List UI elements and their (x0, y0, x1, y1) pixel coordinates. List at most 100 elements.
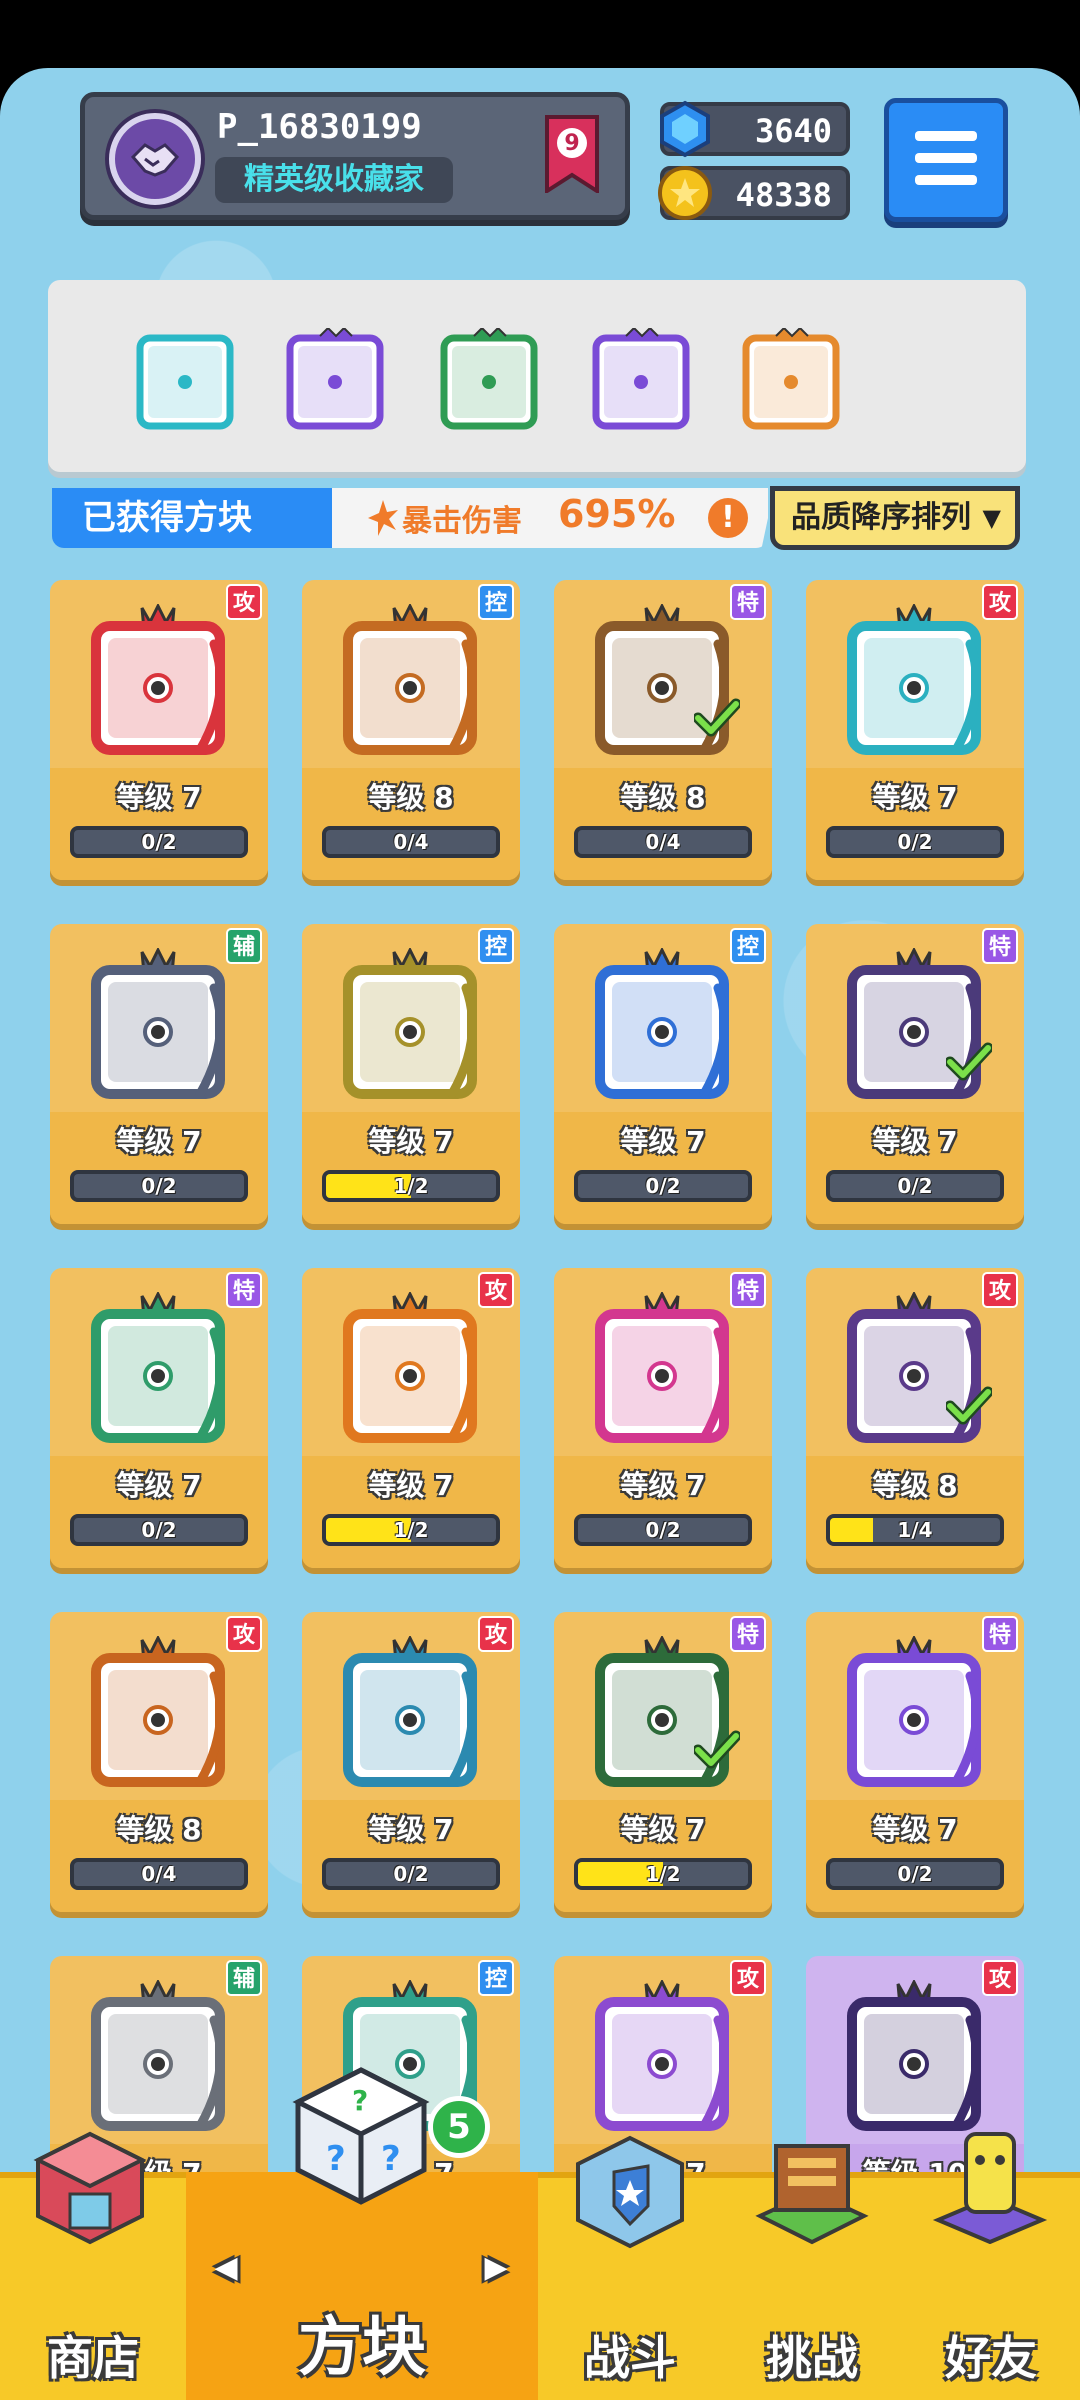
checkmark-icon (694, 1730, 740, 1769)
profile-card[interactable]: P_16830199 精英级收藏家 9 (80, 92, 630, 220)
jaw-icon (91, 948, 225, 1099)
card-level: 等级 8 (368, 781, 454, 814)
block-card[interactable]: 攻等级 8 1/4 (806, 1268, 1024, 1568)
type-tag: 控 (478, 584, 514, 620)
sort-label: 品质降序排列 (791, 500, 971, 535)
type-tag: 攻 (982, 1272, 1018, 1308)
card-level: 等级 7 (116, 1469, 202, 1502)
type-tag: 辅 (226, 1960, 262, 1996)
progress-bar: 0/4 (322, 826, 500, 858)
type-tag: 攻 (982, 584, 1018, 620)
block-card[interactable]: 辅等级 7 0/2 (50, 924, 268, 1224)
checkmark-icon (946, 1386, 992, 1425)
progress-text: 1/2 (393, 1518, 429, 1542)
gem-counter[interactable]: 3640 (660, 100, 850, 158)
card-level: 等级 8 (872, 1469, 958, 1502)
progress-text: 0/2 (645, 1174, 681, 1198)
coin-counter[interactable]: 48338 (658, 166, 850, 220)
block-card[interactable]: 特等级 7 1/2 (554, 1612, 772, 1912)
progress-bar: 0/2 (574, 1170, 752, 1202)
type-tag: 攻 (982, 1960, 1018, 1996)
mystery-cube-icon: ? ? ? (292, 2067, 430, 2205)
type-tag: 攻 (226, 1616, 262, 1652)
progress-text: 0/4 (393, 830, 429, 854)
target-icon (343, 948, 477, 1099)
nav-shop[interactable]: 商店 (0, 2131, 186, 2400)
progress-text: 0/2 (897, 1862, 933, 1886)
rune-icon (847, 604, 981, 755)
nav-next-arrow[interactable]: ▶ (476, 2250, 516, 2285)
progress-bar: 1/2 (322, 1170, 500, 1202)
block-card[interactable]: 特等级 8 0/4 (554, 580, 772, 880)
progress-bar: 1/2 (322, 1514, 500, 1546)
nav-friends[interactable]: 好友 (902, 2132, 1080, 2400)
block-card[interactable]: 特等级 7 0/2 (806, 1612, 1024, 1912)
deck-slot[interactable] (438, 326, 542, 432)
block-card[interactable]: 攻等级 8 0/4 (50, 1612, 268, 1912)
type-tag: 攻 (478, 1616, 514, 1652)
crit-damage-value: 695% (558, 492, 676, 536)
svg-text:?: ? (381, 2139, 401, 2179)
gem-icon (660, 100, 710, 158)
player-title: 精英级收藏家 (215, 157, 453, 203)
portal-icon (847, 1636, 981, 1787)
nav-blocks-label: 方块 (298, 2311, 426, 2385)
progress-bar: 1/4 (826, 1514, 1004, 1546)
block-card[interactable]: 攻等级 7 0/2 (50, 580, 268, 880)
card-level: 等级 7 (872, 1125, 958, 1158)
type-tag: 特 (730, 1272, 766, 1308)
fire-swirl-icon (343, 1292, 477, 1443)
card-level: 等级 7 (368, 1813, 454, 1846)
menu-button[interactable] (884, 98, 1008, 222)
sort-dropdown[interactable]: 品质降序排列 ▼ (770, 486, 1020, 550)
pentagram-icon (91, 1292, 225, 1443)
progress-text: 0/2 (141, 1174, 177, 1198)
card-level: 等级 7 (872, 1813, 958, 1846)
checkmark-icon (694, 698, 740, 737)
card-level: 等级 7 (116, 1125, 202, 1158)
nav-blocks[interactable]: ? ? ? ◀ ▶ 方块 (186, 2067, 538, 2400)
obtained-label: 已获得方块 (52, 488, 332, 548)
challenge-board-icon (755, 2144, 869, 2245)
nav-battle[interactable]: 战斗 (538, 2135, 722, 2400)
block-card[interactable]: 攻等级 7 0/2 (806, 580, 1024, 880)
crit-burst-icon (368, 500, 398, 536)
compass-star-icon (91, 604, 225, 755)
block-card[interactable]: 特等级 7 0/2 (554, 1268, 772, 1568)
type-tag: 控 (478, 1960, 514, 1996)
deck-slot[interactable] (740, 326, 844, 432)
type-tag: 特 (982, 928, 1018, 964)
progress-text: 0/2 (897, 830, 933, 854)
nav-battle-label: 战斗 (584, 2331, 676, 2385)
block-card[interactable]: 控等级 8 0/4 (302, 580, 520, 880)
block-card[interactable]: 控等级 7 1/2 (302, 924, 520, 1224)
clock-icon (91, 1980, 225, 2131)
block-card[interactable]: 特等级 7 0/2 (806, 924, 1024, 1224)
block-card[interactable]: 攻等级 7 1/2 (302, 1268, 520, 1568)
block-card[interactable]: 攻等级 7 0/2 (302, 1612, 520, 1912)
progress-text: 1/2 (645, 1862, 681, 1886)
shop-icon (33, 2131, 147, 2245)
deck-slot[interactable] (590, 326, 694, 432)
progress-bar: 0/2 (70, 1514, 248, 1546)
nav-prev-arrow[interactable]: ◀ (206, 2250, 246, 2285)
progress-text: 1/4 (897, 1518, 933, 1542)
progress-text: 0/2 (141, 830, 177, 854)
app-screen: P_16830199 精英级收藏家 9 3640 48338 已获得方块 暴击伤… (0, 0, 1080, 2400)
progress-bar: 0/2 (826, 826, 1004, 858)
block-card[interactable]: 特等级 7 0/2 (50, 1268, 268, 1568)
progress-bar: 0/2 (70, 826, 248, 858)
deck-slot[interactable] (284, 326, 388, 432)
progress-text: 0/2 (141, 1518, 177, 1542)
coin-amount: 48338 (735, 176, 832, 214)
dragon-rainbow-icon (742, 326, 840, 430)
equipped-deck (48, 280, 1026, 472)
block-card[interactable]: 控等级 7 0/2 (554, 924, 772, 1224)
plus-dice-icon (136, 334, 234, 430)
progress-text: 0/4 (645, 830, 681, 854)
deck-slot[interactable] (134, 328, 238, 432)
nav-challenge[interactable]: 挑战 (722, 2144, 902, 2400)
avatar[interactable] (109, 113, 201, 205)
info-icon[interactable]: ! (708, 498, 748, 538)
type-tag: 攻 (226, 584, 262, 620)
